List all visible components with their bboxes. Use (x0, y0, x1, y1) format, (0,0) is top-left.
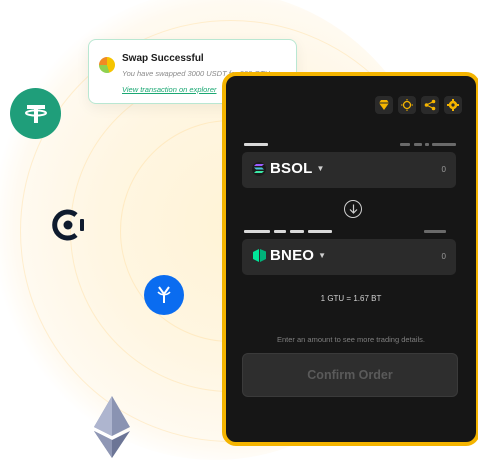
chevron-down-icon: ▼ (316, 164, 325, 173)
to-label-placeholder (308, 230, 332, 233)
confirm-order-button[interactable]: Confirm Order (242, 353, 458, 397)
gem-icon[interactable] (375, 96, 393, 114)
to-token-name: BNEO (270, 247, 315, 264)
yearn-icon (144, 275, 184, 315)
swap-panel: BSOL ▼ 0 BNEO ▼ 0 1 GTU = 1.67 BT Enter … (222, 72, 478, 446)
to-amount[interactable]: 0 (442, 252, 446, 261)
panel-toolbar (375, 96, 462, 114)
ocean-protocol-icon (48, 205, 88, 245)
share-icon[interactable] (421, 96, 439, 114)
view-explorer-link[interactable]: View transaction on explorer (122, 85, 217, 94)
settings-icon[interactable] (444, 96, 462, 114)
from-token-row: BSOL ▼ 0 (242, 152, 456, 188)
to-token-row: BNEO ▼ 0 (242, 239, 456, 275)
ethereum-icon (92, 396, 132, 458)
tether-icon (10, 88, 61, 139)
to-label-placeholder (244, 230, 270, 233)
from-balance-placeholder (414, 143, 422, 146)
success-icon (99, 57, 115, 73)
from-balance-placeholder (432, 143, 456, 146)
trading-details-hint: Enter an amount to see more trading deta… (276, 335, 425, 344)
from-label-placeholder (244, 143, 268, 146)
to-label-placeholder (290, 230, 304, 233)
from-token-select[interactable]: BSOL ▼ (252, 160, 324, 177)
from-balance-placeholder (425, 143, 429, 146)
toast-title: Swap Successful (122, 53, 204, 64)
exchange-rate: 1 GTU = 1.67 BT (320, 294, 382, 303)
to-token-select[interactable]: BNEO ▼ (252, 247, 326, 264)
chevron-down-icon: ▼ (318, 251, 327, 260)
neo-icon (252, 249, 266, 263)
to-label-placeholder (274, 230, 286, 233)
swap-direction-button[interactable] (344, 200, 362, 218)
from-balance-placeholder (400, 143, 410, 146)
from-amount[interactable]: 0 (442, 165, 446, 174)
solana-icon (252, 161, 266, 176)
from-token-name: BSOL (270, 160, 313, 177)
sun-icon[interactable] (398, 96, 416, 114)
to-balance-placeholder (424, 230, 446, 233)
